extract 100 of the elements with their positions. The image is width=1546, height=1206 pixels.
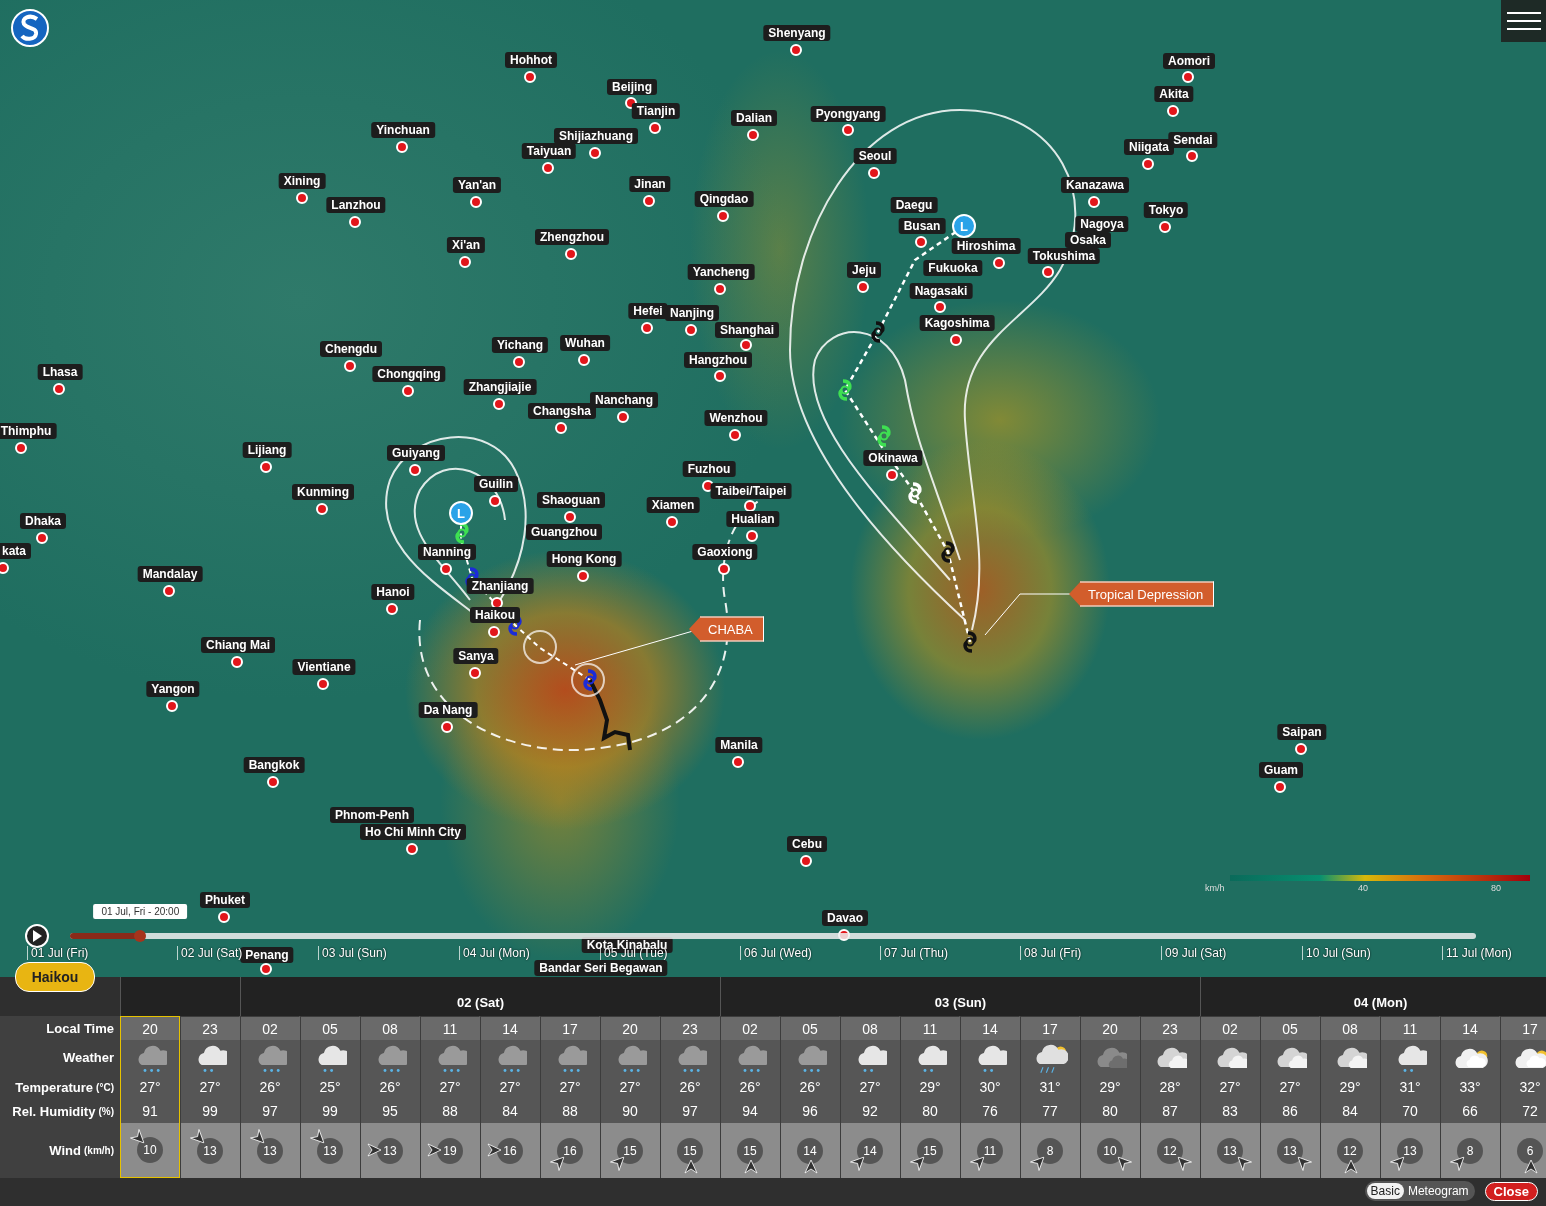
city-label: Davao	[822, 910, 868, 926]
wind-speed-badge: 13	[377, 1137, 403, 1164]
row-label: Local Time	[0, 1016, 120, 1040]
row-label: Weather	[0, 1040, 120, 1075]
city-label: Fukuoka	[923, 260, 983, 276]
temperature-cell: 27°	[840, 1075, 900, 1099]
humidity-cell: 88	[420, 1099, 480, 1123]
city-label: Kanazawa	[1061, 177, 1129, 193]
city-label: Fuzhou	[682, 461, 736, 477]
city-label: Yancheng	[687, 264, 755, 280]
humidity-cell: 86	[1260, 1099, 1320, 1123]
city-label: Nagasaki	[909, 283, 973, 299]
wind-speed-badge: 10	[1097, 1137, 1123, 1164]
city-label: Tokushima	[1027, 248, 1101, 264]
humidity-cell: 90	[600, 1099, 660, 1123]
city-label: Nanning	[418, 544, 476, 560]
city-label: Xiamen	[646, 497, 700, 513]
wind-speed-badge: 16	[557, 1137, 583, 1164]
city-label: Bangkok	[243, 757, 305, 773]
day-header: 02 (Sat)	[240, 977, 720, 1016]
city-label: Akita	[1154, 86, 1194, 102]
row-label: Wind (km/h)	[0, 1123, 120, 1178]
day-tick-label: 08 Jul (Fri)	[1020, 946, 1085, 960]
humidity-cell: 94	[720, 1099, 780, 1123]
wind-speed-badge: 8	[1037, 1137, 1063, 1164]
city-label: Hefei	[628, 303, 668, 319]
humidity-cell: 88	[540, 1099, 600, 1123]
city-label: Shijiazhuang	[554, 128, 638, 144]
city-label: Chiang Mai	[201, 637, 275, 653]
day-tick-label: 09 Jul (Sat)	[1161, 946, 1230, 960]
wind-speed-badge: 8	[1457, 1137, 1483, 1164]
temperature-cell: 26°	[240, 1075, 300, 1099]
humidity-cell: 70	[1380, 1099, 1440, 1123]
day-tick-label: 03 Jul (Sun)	[318, 946, 390, 960]
city-label: kata	[0, 543, 31, 559]
wind-speed-badge: 13	[1397, 1137, 1423, 1164]
city-label: Chengdu	[320, 341, 382, 357]
wind-speed-badge: 15	[617, 1137, 643, 1164]
wind-speed-badge: 13	[317, 1137, 343, 1164]
temperature-cell: 29°	[1320, 1075, 1380, 1099]
temperature-cell: 33°	[1440, 1075, 1500, 1099]
day-header: 04 (Mon)	[1200, 977, 1546, 1016]
legend-tick: 40	[1358, 883, 1368, 893]
wind-speed-badge: 11	[977, 1137, 1003, 1164]
city-label: Taibei/Taipei	[710, 483, 792, 499]
temperature-cell: 27°	[420, 1075, 480, 1099]
humidity-cell: 91	[120, 1099, 180, 1123]
city-label: Hohhot	[505, 52, 557, 68]
humidity-cell: 95	[360, 1099, 420, 1123]
wind-speed-badge: 15	[677, 1137, 703, 1164]
wind-speed-badge: 13	[257, 1137, 283, 1164]
day-tick-label: 07 Jul (Thu)	[880, 946, 952, 960]
humidity-cell: 99	[180, 1099, 240, 1123]
temperature-cell: 26°	[360, 1075, 420, 1099]
city-label: Gaoxiong	[692, 544, 758, 560]
city-label: Hualian	[726, 511, 780, 527]
humidity-cell: 72	[1500, 1099, 1546, 1123]
day-tick-label: 06 Jul (Wed)	[740, 946, 815, 960]
city-label: Nanjing	[665, 305, 719, 321]
wind-speed-badge: 15	[737, 1137, 763, 1164]
city-label: Changsha	[528, 403, 596, 419]
city-label: Taiyuan	[521, 143, 577, 159]
humidity-cell: 80	[900, 1099, 960, 1123]
city-label: Wuhan	[560, 335, 610, 351]
wind-speed-badge: 13	[197, 1137, 223, 1164]
city-label: Hanoi	[371, 584, 415, 600]
temperature-cell: 27°	[1200, 1075, 1260, 1099]
city-label: Manila	[715, 737, 763, 753]
city-label: Bandar Seri Begawan	[534, 960, 668, 976]
wind-speed-badge: 14	[797, 1137, 823, 1164]
temperature-cell: 32°	[1500, 1075, 1546, 1099]
city-label: Guam	[1259, 762, 1303, 778]
legend-tick: 80	[1491, 883, 1501, 893]
temperature-cell: 29°	[900, 1075, 960, 1099]
city-label: Shanghai	[715, 322, 779, 338]
row-label: Rel. Humidity (%)	[0, 1099, 120, 1123]
wind-speed-badge: 15	[917, 1137, 943, 1164]
city-label: Phnom-Penh	[330, 807, 414, 823]
day-header: 03 (Sun)	[720, 977, 1200, 1016]
city-label: Lhasa	[37, 364, 83, 380]
city-label: Phuket	[200, 892, 250, 908]
city-label: Hangzhou	[684, 352, 752, 368]
city-label: Tokyo	[1143, 202, 1189, 218]
city-label: Hong Kong	[546, 551, 622, 567]
humidity-cell: 96	[780, 1099, 840, 1123]
humidity-cell: 80	[1080, 1099, 1140, 1123]
temperature-cell: 30°	[960, 1075, 1020, 1099]
city-label: Dalian	[731, 110, 777, 126]
wind-speed-badge: 10	[137, 1137, 163, 1163]
city-label: Hiroshima	[951, 238, 1021, 254]
humidity-cell: 84	[1320, 1099, 1380, 1123]
humidity-cell: 84	[480, 1099, 540, 1123]
city-label: Seoul	[853, 148, 897, 164]
wind-speed-badge: 6	[1517, 1137, 1543, 1164]
city-label: Guiyang	[387, 445, 445, 461]
city-label: Dhaka	[20, 513, 66, 529]
city-label: Busan	[898, 218, 946, 234]
day-tick-label: 04 Jul (Mon)	[459, 946, 533, 960]
temperature-cell: 27°	[480, 1075, 540, 1099]
low-pressure-marker: L	[449, 501, 473, 525]
